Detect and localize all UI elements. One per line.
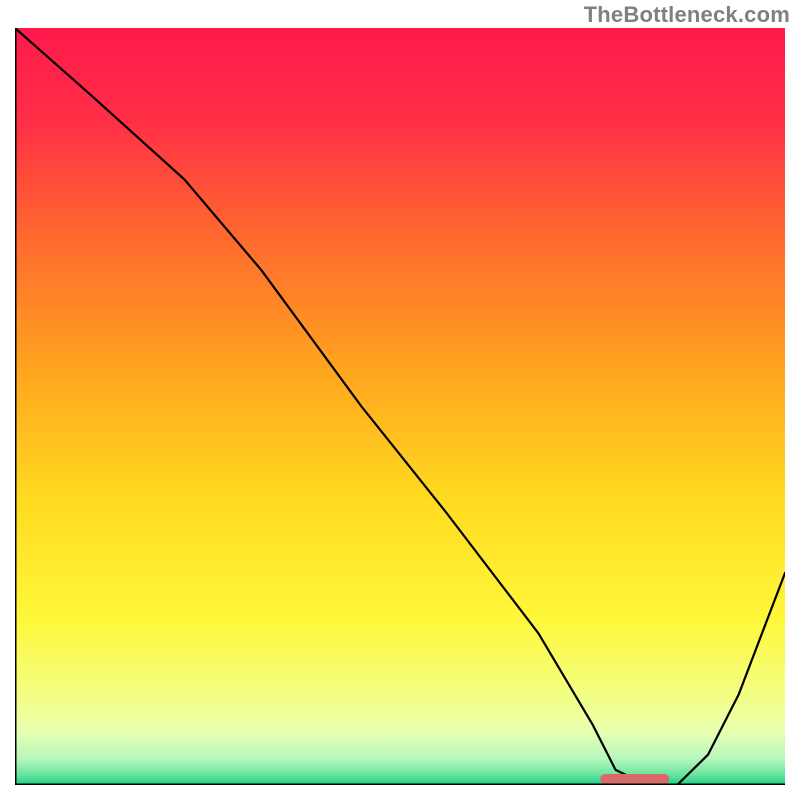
optimum-marker [600, 774, 669, 784]
gradient-background [15, 28, 785, 785]
chart-svg [15, 28, 785, 785]
chart-container: TheBottleneck.com [0, 0, 800, 800]
plot-area [15, 28, 785, 785]
watermark-text: TheBottleneck.com [584, 2, 790, 28]
